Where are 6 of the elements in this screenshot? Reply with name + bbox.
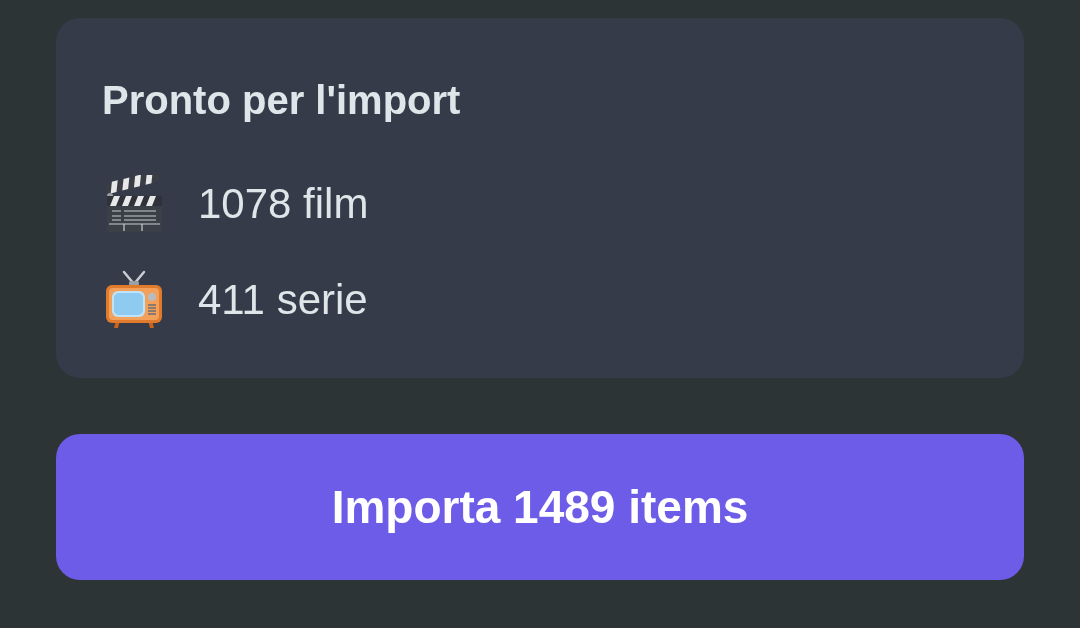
import-button[interactable]: Importa 1489 items (56, 434, 1024, 580)
card-title: Pronto per l'import (102, 77, 462, 124)
summary-count: 1078 film (198, 179, 369, 229)
clapperboard-icon (104, 175, 164, 233)
summary-count: 411 serie (198, 275, 368, 325)
television-icon (104, 270, 164, 330)
